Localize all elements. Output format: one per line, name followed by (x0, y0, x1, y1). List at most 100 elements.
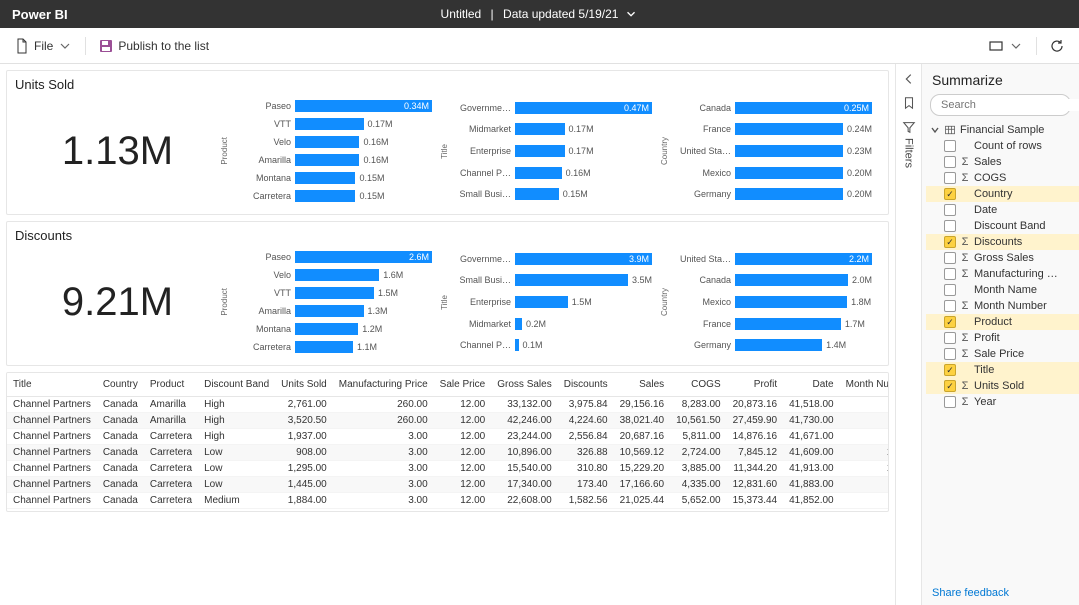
table-row[interactable]: Channel PartnersCanadaCarreteraLow1,295.… (7, 461, 888, 477)
field-count-of-rows[interactable]: Count of rows (926, 138, 1079, 154)
bookmark-icon[interactable] (902, 96, 916, 110)
bar-row[interactable]: France1.7M (671, 316, 872, 332)
share-feedback-link[interactable]: Share feedback (932, 587, 1009, 599)
bar-row[interactable]: United Sta…2.2M (671, 251, 872, 267)
bar-chart-discounts_product[interactable]: ProductPaseo2.6MVelo1.6MVTT1.5MAmarilla1… (220, 247, 440, 357)
bar-row[interactable]: VTT1.5M (231, 285, 432, 301)
bar-row[interactable]: Amarilla1.3M (231, 303, 432, 319)
table-row[interactable]: Channel PartnersCanadaAmarillaHigh2,761.… (7, 397, 888, 413)
checkbox[interactable] (944, 380, 956, 392)
data-table[interactable]: TitleCountryProductDiscount BandUnits So… (7, 373, 888, 509)
field-date[interactable]: Date (926, 202, 1079, 218)
checkbox[interactable] (944, 172, 956, 184)
column-header[interactable]: Manufacturing Price (333, 373, 434, 397)
field-month-number[interactable]: ΣMonth Number (926, 298, 1079, 314)
bar-row[interactable]: France0.24M (671, 121, 872, 137)
bar-row[interactable]: Velo0.16M (231, 134, 432, 150)
column-header[interactable]: Units Sold (275, 373, 333, 397)
bar-row[interactable]: Midmarket0.17M (451, 121, 652, 137)
column-header[interactable]: Country (97, 373, 144, 397)
checkbox[interactable] (944, 332, 956, 344)
card-units-sold[interactable]: Units Sold 1.13M ProductPaseo0.34MVTT0.1… (6, 70, 889, 215)
bar-row[interactable]: Enterprise0.17M (451, 143, 652, 159)
column-header[interactable]: Discount Band (198, 373, 275, 397)
filters-rail-button[interactable]: Filters (902, 120, 916, 168)
column-header[interactable]: Month Number (840, 373, 888, 397)
column-header[interactable]: COGS (670, 373, 727, 397)
bar-row[interactable]: Channel P…0.16M (451, 165, 652, 181)
bar-row[interactable]: Small Busi…3.5M (451, 272, 652, 288)
checkbox[interactable] (944, 364, 956, 376)
table-row[interactable]: Channel PartnersCanadaCarreteraMedium1,8… (7, 493, 888, 509)
field-sales[interactable]: ΣSales (926, 154, 1079, 170)
bar-row[interactable]: Enterprise1.5M (451, 294, 652, 310)
checkbox[interactable] (944, 220, 956, 232)
bar-row[interactable]: Velo1.6M (231, 267, 432, 283)
field-gross-sales[interactable]: ΣGross Sales (926, 250, 1079, 266)
field-profit[interactable]: ΣProfit (926, 330, 1079, 346)
field-discounts[interactable]: ΣDiscounts (926, 234, 1079, 250)
bar-row[interactable]: Montana1.2M (231, 321, 432, 337)
table-row[interactable]: Channel PartnersCanadaCarreteraHigh1,937… (7, 429, 888, 445)
bar-row[interactable]: Mexico1.8M (671, 294, 872, 310)
checkbox[interactable] (944, 252, 956, 264)
search-box[interactable] (930, 94, 1071, 116)
bar-row[interactable]: Paseo0.34M (231, 98, 432, 114)
field-units-sold[interactable]: ΣUnits Sold (926, 378, 1079, 394)
field-product[interactable]: Product (926, 314, 1079, 330)
checkbox[interactable] (944, 316, 956, 328)
bar-row[interactable]: VTT0.17M (231, 116, 432, 132)
titlebar-center[interactable]: Untitled | Data updated 5/19/21 (441, 7, 639, 21)
column-header[interactable]: Date (783, 373, 840, 397)
column-header[interactable]: Title (7, 373, 97, 397)
bar-chart-discounts_country[interactable]: CountryUnited Sta…2.2MCanada2.0MMexico1.… (660, 247, 880, 357)
bar-chart-unitsSold_title[interactable]: TitleGovernme…0.47MMidmarket0.17MEnterpr… (440, 96, 660, 206)
refresh-button[interactable] (1043, 34, 1071, 58)
checkbox[interactable] (944, 156, 956, 168)
bar-row[interactable]: Montana0.15M (231, 170, 432, 186)
field-month-name[interactable]: Month Name (926, 282, 1079, 298)
checkbox[interactable] (944, 348, 956, 360)
bar-chart-unitsSold_product[interactable]: ProductPaseo0.34MVTT0.17MVelo0.16MAmaril… (220, 96, 440, 206)
checkbox[interactable] (944, 204, 956, 216)
bar-row[interactable]: Amarilla0.16M (231, 152, 432, 168)
checkbox[interactable] (944, 140, 956, 152)
column-header[interactable]: Discounts (558, 373, 614, 397)
card-data-table[interactable]: TitleCountryProductDiscount BandUnits So… (6, 372, 889, 512)
publish-button[interactable]: Publish to the list (92, 34, 215, 58)
field-year[interactable]: ΣYear (926, 394, 1079, 410)
chevron-down-icon[interactable] (624, 7, 638, 21)
table-row[interactable]: Channel PartnersCanadaCarreteraLow1,445.… (7, 477, 888, 493)
checkbox[interactable] (944, 236, 956, 248)
field-sale-price[interactable]: ΣSale Price (926, 346, 1079, 362)
bar-row[interactable]: Midmarket0.2M (451, 316, 652, 332)
bar-row[interactable]: Mexico0.20M (671, 165, 872, 181)
column-header[interactable]: Profit (727, 373, 784, 397)
bar-row[interactable]: Carretera0.15M (231, 188, 432, 204)
column-header[interactable]: Sale Price (434, 373, 492, 397)
bar-row[interactable]: Governme…0.47M (451, 100, 652, 116)
bar-row[interactable]: Channel P…0.1M (451, 337, 652, 353)
search-input[interactable] (941, 99, 1079, 111)
bar-row[interactable]: Canada2.0M (671, 272, 872, 288)
bar-chart-discounts_title[interactable]: TitleGovernme…3.9MSmall Busi…3.5MEnterpr… (440, 247, 660, 357)
bar-row[interactable]: Germany0.20M (671, 186, 872, 202)
bar-chart-unitsSold_country[interactable]: CountryCanada0.25MFrance0.24MUnited Sta…… (660, 96, 880, 206)
card-discounts[interactable]: Discounts 9.21M ProductPaseo2.6MVelo1.6M… (6, 221, 889, 366)
checkbox[interactable] (944, 396, 956, 408)
field-country[interactable]: Country (926, 186, 1079, 202)
column-header[interactable]: Gross Sales (491, 373, 557, 397)
tree-table-node[interactable]: Financial Sample (926, 122, 1079, 138)
column-header[interactable]: Product (144, 373, 198, 397)
field-cogs[interactable]: ΣCOGS (926, 170, 1079, 186)
column-header[interactable]: Sales (614, 373, 671, 397)
checkbox[interactable] (944, 284, 956, 296)
file-menu-button[interactable]: File (8, 34, 79, 58)
checkbox[interactable] (944, 188, 956, 200)
field-title[interactable]: Title (926, 362, 1079, 378)
table-row[interactable]: Channel PartnersCanadaCarreteraLow908.00… (7, 445, 888, 461)
chevron-left-icon[interactable] (902, 72, 916, 86)
bar-row[interactable]: Governme…3.9M (451, 251, 652, 267)
bar-row[interactable]: Carretera1.1M (231, 339, 432, 355)
bar-row[interactable]: Canada0.25M (671, 100, 872, 116)
